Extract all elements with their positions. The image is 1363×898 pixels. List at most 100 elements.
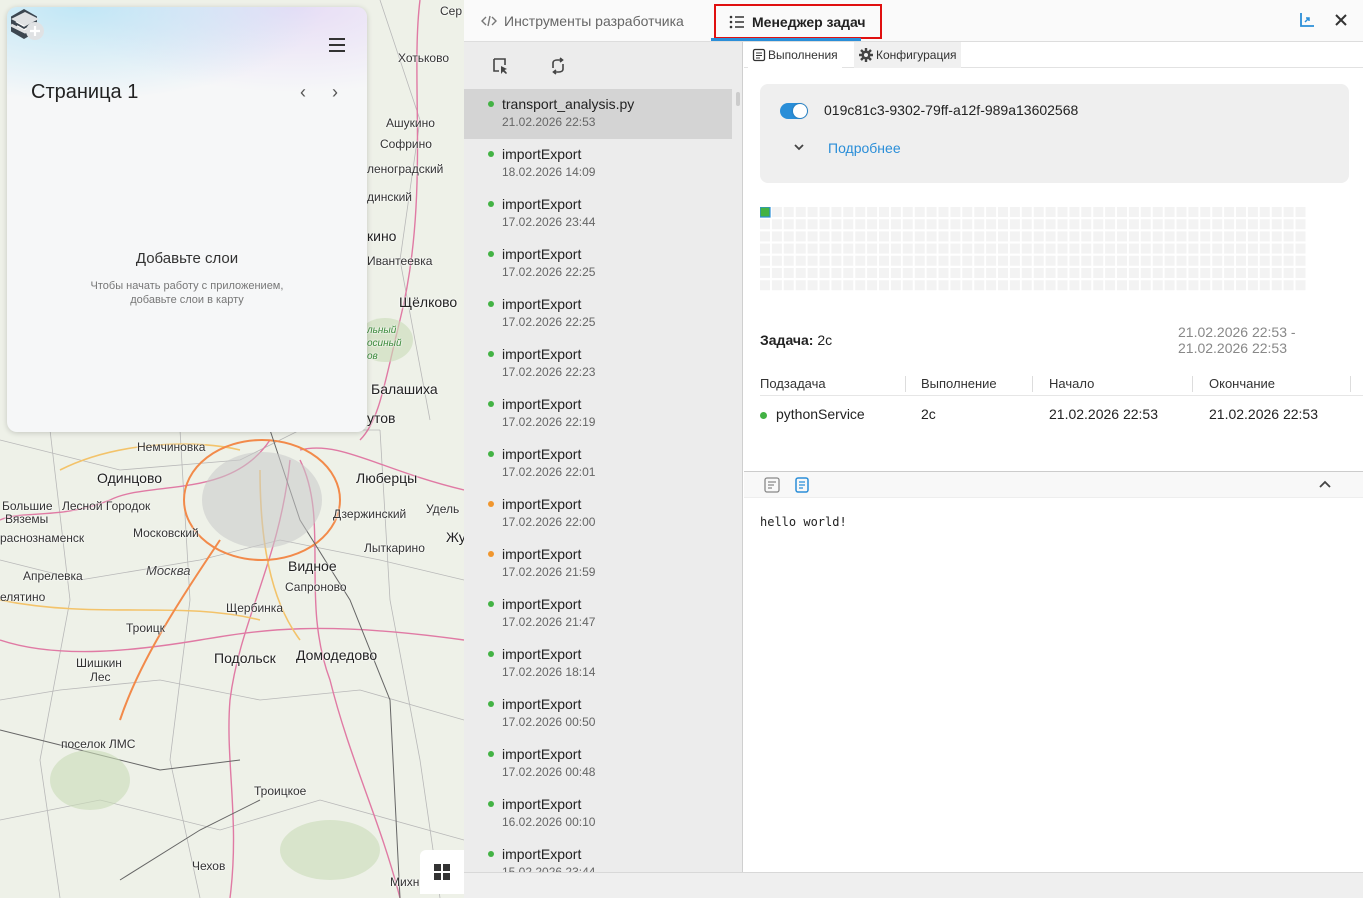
list-item[interactable]: importExport 17.02.2026 18:14 <box>464 639 732 689</box>
list-item[interactable]: importExport 17.02.2026 22:25 <box>464 289 732 339</box>
close-icon[interactable] <box>1331 10 1351 30</box>
heatmap-cell[interactable] <box>1045 231 1056 242</box>
heatmap-cell[interactable] <box>855 255 866 266</box>
heatmap-cell[interactable] <box>902 243 913 254</box>
heatmap-cell[interactable] <box>771 255 782 266</box>
heatmap-cell[interactable] <box>1176 219 1187 230</box>
heatmap-cell[interactable] <box>1247 268 1258 278</box>
heatmap-cell[interactable] <box>879 280 889 291</box>
heatmap-cell[interactable] <box>986 207 997 217</box>
heatmap-cell[interactable] <box>771 280 782 291</box>
heatmap-cell[interactable] <box>1069 231 1080 242</box>
heatmap-cell[interactable] <box>760 280 770 291</box>
heatmap-cell[interactable] <box>998 207 1008 217</box>
heatmap-cell[interactable] <box>1128 219 1139 230</box>
heatmap-cell[interactable] <box>1128 243 1139 254</box>
heatmap-cell[interactable] <box>831 255 842 266</box>
heatmap-cell[interactable] <box>890 243 901 254</box>
heatmap-cell[interactable] <box>1057 255 1068 266</box>
heatmap-cell[interactable] <box>1212 280 1223 291</box>
heatmap-cell[interactable] <box>1259 280 1270 291</box>
heatmap-cell[interactable] <box>1117 219 1127 230</box>
heatmap-cell[interactable] <box>890 219 901 230</box>
heatmap-cell[interactable] <box>1224 268 1235 278</box>
heatmap-cell[interactable] <box>914 207 925 217</box>
heatmap-cell[interactable] <box>1140 280 1151 291</box>
heatmap-cell[interactable] <box>795 207 806 217</box>
heatmap-cell[interactable] <box>902 219 913 230</box>
heatmap-cell[interactable] <box>974 268 985 278</box>
tab-task-manager[interactable]: Менеджер задач <box>714 4 882 39</box>
heatmap-cell[interactable] <box>1271 268 1282 278</box>
heatmap-cell[interactable] <box>1164 231 1175 242</box>
heatmap-cell[interactable] <box>1033 219 1044 230</box>
heatmap-cell[interactable] <box>1176 243 1187 254</box>
heatmap-cell[interactable] <box>950 243 961 254</box>
heatmap-cell[interactable] <box>1188 219 1199 230</box>
heatmap-cell[interactable] <box>867 219 878 230</box>
heatmap-cell[interactable] <box>1009 243 1020 254</box>
heatmap-cell[interactable] <box>902 231 913 242</box>
heatmap-cell[interactable] <box>1200 268 1211 278</box>
heatmap-cell[interactable] <box>1105 207 1116 217</box>
heatmap-cell[interactable] <box>1033 231 1044 242</box>
heatmap-cell[interactable] <box>760 231 770 242</box>
list-item[interactable]: importExport 18.02.2026 14:09 <box>464 139 732 189</box>
heatmap-cell[interactable] <box>831 243 842 254</box>
list-item[interactable]: importExport 16.02.2026 00:10 <box>464 789 732 839</box>
heatmap-cell[interactable] <box>1140 243 1151 254</box>
heatmap-cell[interactable] <box>974 255 985 266</box>
heatmap-cell[interactable] <box>760 219 770 230</box>
heatmap-cell[interactable] <box>1081 207 1092 217</box>
heatmap-cell[interactable] <box>1045 219 1056 230</box>
heatmap-cell[interactable] <box>1057 231 1068 242</box>
grid-view-button[interactable] <box>420 850 464 894</box>
heatmap-cell[interactable] <box>1069 207 1080 217</box>
heatmap-cell[interactable] <box>843 207 854 217</box>
heatmap-cell[interactable] <box>1259 255 1270 266</box>
heatmap-cell[interactable] <box>819 280 830 291</box>
heatmap-cell[interactable] <box>1152 243 1163 254</box>
heatmap-cell[interactable] <box>1033 207 1044 217</box>
heatmap-cell[interactable] <box>1188 243 1199 254</box>
heatmap-cell[interactable] <box>1069 268 1080 278</box>
list-item[interactable]: importExport 17.02.2026 22:00 <box>464 489 732 539</box>
heatmap-cell[interactable] <box>914 243 925 254</box>
heatmap-cell[interactable] <box>938 207 949 217</box>
heatmap-cell[interactable] <box>1247 219 1258 230</box>
heatmap-cell[interactable] <box>783 268 794 278</box>
heatmap-cell[interactable] <box>1093 255 1104 266</box>
heatmap-cell[interactable] <box>1093 207 1104 217</box>
heatmap-cell[interactable] <box>1093 280 1104 291</box>
heatmap-cell[interactable] <box>974 207 985 217</box>
heatmap-cell[interactable] <box>1212 255 1223 266</box>
list-item[interactable]: importExport 17.02.2026 23:44 <box>464 189 732 239</box>
heatmap-cell[interactable] <box>783 255 794 266</box>
heatmap-cell[interactable] <box>1295 207 1306 217</box>
heatmap-cell[interactable] <box>1200 207 1211 217</box>
heatmap-cell[interactable] <box>1283 280 1294 291</box>
heatmap-cell[interactable] <box>974 219 985 230</box>
heatmap-cell[interactable] <box>819 207 830 217</box>
heatmap-cell[interactable] <box>1224 231 1235 242</box>
heatmap-cell[interactable] <box>855 219 866 230</box>
heatmap-cell[interactable] <box>1224 219 1235 230</box>
heatmap-cell[interactable] <box>1224 243 1235 254</box>
heatmap-cell[interactable] <box>795 243 806 254</box>
heatmap-cell[interactable] <box>1057 280 1068 291</box>
heatmap-cell[interactable] <box>914 231 925 242</box>
heatmap-cell[interactable] <box>807 243 818 254</box>
list-item[interactable]: transport_analysis.py 21.02.2026 22:53 <box>464 89 732 139</box>
heatmap-cell[interactable] <box>1057 243 1068 254</box>
heatmap-cell[interactable] <box>1152 268 1163 278</box>
heatmap-cell[interactable] <box>890 231 901 242</box>
heatmap-cell[interactable] <box>914 268 925 278</box>
heatmap-cell[interactable] <box>855 280 866 291</box>
list-item[interactable]: importExport 17.02.2026 00:50 <box>464 689 732 739</box>
heatmap-cell[interactable] <box>795 280 806 291</box>
subtab-runs[interactable]: Выполнения <box>748 42 842 68</box>
heatmap-cell[interactable] <box>1283 207 1294 217</box>
heatmap-cell[interactable] <box>843 255 854 266</box>
heatmap-cell[interactable] <box>1105 243 1116 254</box>
heatmap-cell[interactable] <box>1128 280 1139 291</box>
